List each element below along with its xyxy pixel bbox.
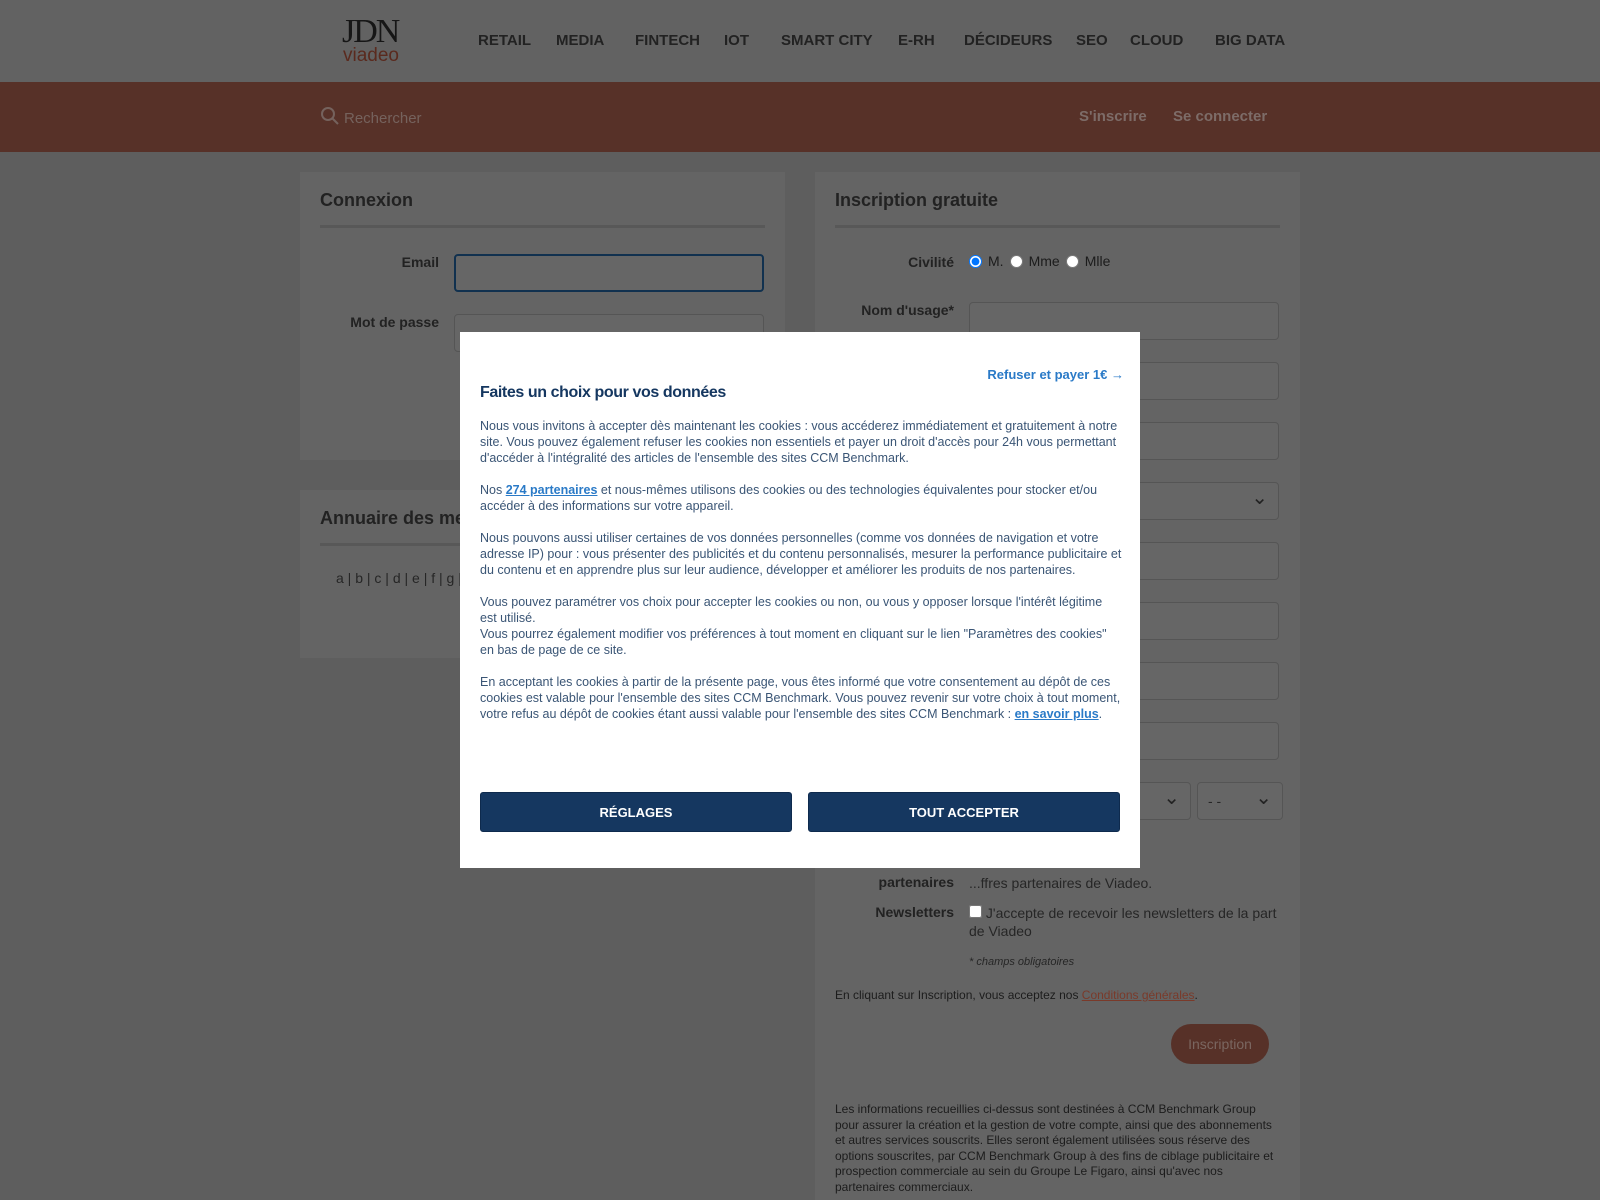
nav-decideurs[interactable]: DÉCIDEURS: [964, 32, 1052, 49]
civility-radios: M. Mme Mlle: [969, 253, 1110, 269]
terms-text: En cliquant sur Inscription, vous accept…: [835, 988, 1198, 1002]
accept-all-button[interactable]: TOUT ACCEPTER: [808, 792, 1120, 832]
search-icon: [320, 106, 340, 130]
signup-link[interactable]: S'inscrire: [1079, 108, 1147, 125]
login-link[interactable]: Se connecter: [1173, 108, 1267, 125]
nav-fintech[interactable]: FINTECH: [635, 32, 700, 49]
nav-cloud[interactable]: CLOUD: [1130, 32, 1183, 49]
terms-link[interactable]: Conditions générales: [1082, 988, 1195, 1002]
password-label: Mot de passe: [350, 314, 439, 330]
civility-mlle-radio[interactable]: [1065, 254, 1079, 268]
directory-letters[interactable]: a | b | c | d | e | f | g | h: [336, 570, 474, 586]
refuse-and-pay-link[interactable]: Refuser et payer 1€ →: [987, 367, 1124, 382]
top-header: JDN viadeo RETAIL MEDIA FINTECH IOT SMAR…: [0, 0, 1600, 82]
nav-media[interactable]: MEDIA: [556, 32, 604, 49]
newsletter-label: Newsletters: [875, 904, 954, 920]
partners-text: ...ffres partenaires de Viadeo.: [969, 875, 1153, 891]
required-note: * champs obligatoires: [969, 956, 1075, 968]
partners-link[interactable]: 274 partenaires: [506, 483, 598, 497]
nav-smart-city[interactable]: SMART CITY: [781, 32, 873, 49]
nav-seo[interactable]: SEO: [1076, 32, 1108, 49]
email-field[interactable]: [454, 254, 764, 292]
modal-title: Faites un choix pour vos données: [480, 384, 726, 401]
search-input[interactable]: Rechercher: [320, 106, 422, 130]
nav-retail[interactable]: RETAIL: [478, 32, 531, 49]
partners-label: partenaires: [878, 874, 954, 890]
newsletter-checkbox[interactable]: [969, 905, 982, 918]
civility-m-radio[interactable]: [969, 254, 982, 268]
signup-title: Inscription gratuite: [835, 172, 1280, 228]
settings-button[interactable]: RÉGLAGES: [480, 792, 792, 832]
login-title: Connexion: [320, 172, 765, 228]
learn-more-link[interactable]: en savoir plus: [1015, 707, 1099, 721]
nav-big-data[interactable]: BIG DATA: [1215, 32, 1285, 49]
jdn-viadeo-logo[interactable]: JDN viadeo: [342, 15, 422, 66]
inscription-button[interactable]: Inscription: [1171, 1024, 1269, 1064]
name-label: Nom d'usage*: [861, 302, 954, 318]
cookie-consent-modal: Refuser et payer 1€ → Faites un choix po…: [460, 332, 1140, 868]
civility-mme-radio[interactable]: [1009, 254, 1023, 268]
sub-header: [0, 82, 1600, 152]
civility-label: Civilité: [908, 254, 954, 270]
modal-body: Nous vous invitons à accepter dès mainte…: [480, 419, 1122, 721]
birth-year-select[interactable]: - -: [1197, 782, 1283, 820]
legal-text: Les informations recueillies ci-dessus s…: [835, 1102, 1274, 1194]
nav-e-rh[interactable]: E-RH: [898, 32, 935, 49]
nav-iot[interactable]: IOT: [724, 32, 749, 49]
email-label: Email: [401, 254, 439, 270]
